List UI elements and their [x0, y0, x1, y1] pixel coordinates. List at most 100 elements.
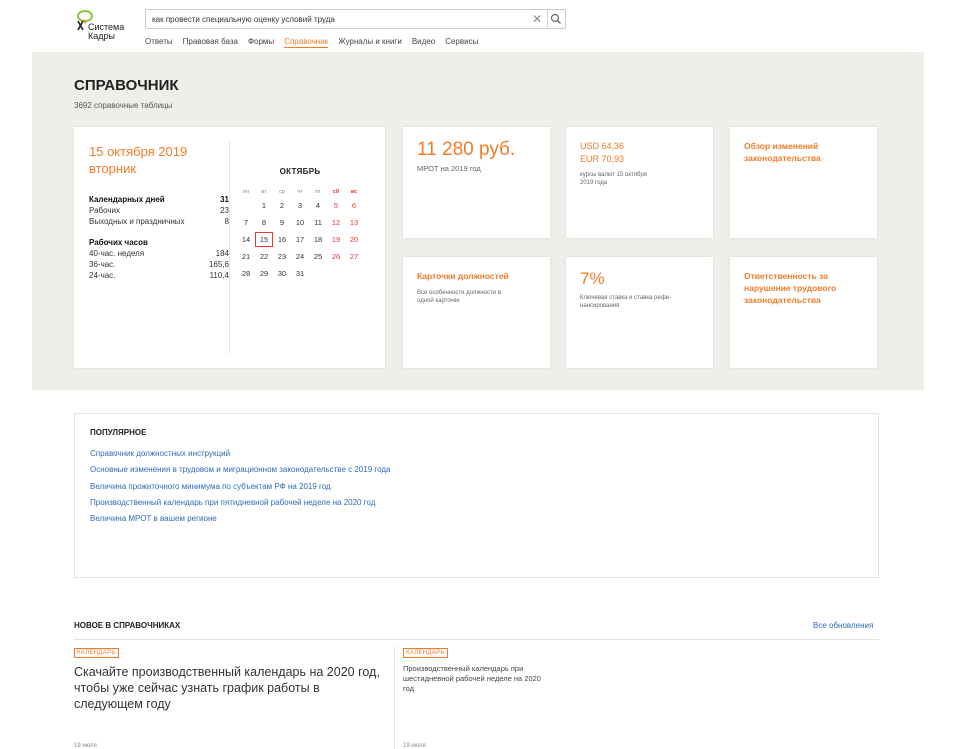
calendar-day[interactable]: 7	[237, 214, 255, 231]
popular-link[interactable]: Справочник должностных инструкций	[90, 446, 391, 462]
mrot-card[interactable]: 11 280 руб. МРОТ на 2019 год	[403, 127, 550, 238]
working-days-value: 23	[220, 206, 229, 215]
article-title[interactable]: Производственный календарь при шестиднев…	[403, 664, 553, 694]
clear-icon[interactable]: ✕	[531, 13, 543, 25]
search-icon[interactable]	[550, 13, 562, 25]
calendar-day[interactable]: 10	[291, 214, 309, 231]
calendar-day[interactable]: 8	[255, 214, 273, 231]
job-cards-note-line: Все особенности должности в	[417, 290, 502, 296]
main-nav: Ответы Правовая база Формы Справочник Жу…	[145, 36, 488, 48]
working-days-label: Рабочих	[89, 206, 121, 215]
calendar-day[interactable]: 3	[291, 197, 309, 214]
nav-legal-base[interactable]: Правовая база	[183, 36, 238, 48]
calendar-day[interactable]: 6	[345, 197, 363, 214]
news-divider	[74, 639, 879, 640]
production-calendar-card[interactable]: 15 октября 2019 вторник Календарных дней…	[74, 127, 385, 368]
article-title[interactable]: Скачайте производственный календарь на 2…	[74, 664, 384, 712]
calendar-day[interactable]: 28	[237, 265, 255, 282]
popular-link[interactable]: Величина МРОТ в вашем регионе	[90, 511, 391, 527]
calendar-day[interactable]: 17	[291, 231, 309, 248]
calendar-day[interactable]: 1	[255, 197, 273, 214]
calendar-day[interactable]: 25	[309, 248, 327, 265]
calendar-day[interactable]: 29	[255, 265, 273, 282]
news-title: НОВОЕ В СПРАВОЧНИКАХ	[74, 621, 181, 630]
calendar-day[interactable]: 4	[309, 197, 327, 214]
job-cards-title: Карточки должностей	[417, 271, 509, 281]
article-tag[interactable]: КАЛЕНДАРЬ	[74, 648, 119, 658]
calendar-day[interactable]: 2	[273, 197, 291, 214]
nav-journals[interactable]: Журналы и книги	[338, 36, 402, 48]
calendar-day	[237, 197, 255, 214]
logo[interactable]: Система Кадры	[74, 10, 134, 44]
nav-answers[interactable]: Ответы	[145, 36, 173, 48]
calendar-day[interactable]: 20	[345, 231, 363, 248]
hours-36-label: 36-час.	[89, 260, 116, 269]
job-cards-note: Все особенности должности в одной карточ…	[417, 289, 501, 305]
holidays-value: 8	[224, 217, 229, 226]
weekday-header: пн вт ср чт пт сб вс	[237, 187, 363, 197]
calendar-day[interactable]: 9	[273, 214, 291, 231]
key-rate-card[interactable]: 7% Ключевая ставка и ставка рефи- нансир…	[566, 257, 713, 368]
mrot-value: 11 280 руб.	[417, 139, 516, 160]
eur-rate: EUR 70,93	[580, 154, 625, 164]
news-column-divider	[394, 646, 395, 749]
key-rate-value: 7%	[580, 269, 605, 288]
nav-handbook[interactable]: Справочник	[284, 36, 329, 48]
hours-24-label: 24-час.	[89, 271, 116, 280]
calendar-day[interactable]: 26	[327, 248, 345, 265]
calendar-day[interactable]: 13	[345, 214, 363, 231]
calendar-days-value: 31	[220, 195, 229, 204]
calendar-day[interactable]: 5	[327, 197, 345, 214]
popular-section: ПОПУЛЯРНОЕ Справочник должностных инстру…	[74, 413, 879, 578]
hours-24-value: 110,4	[209, 271, 229, 280]
currency-rates: USD 64,36 EUR 70,93	[580, 140, 624, 166]
calendar-day[interactable]: 22	[255, 248, 273, 265]
calendar-day[interactable]: 11	[309, 214, 327, 231]
calendar-day[interactable]: 18	[309, 231, 327, 248]
search-input[interactable]	[152, 12, 522, 26]
calendar-day[interactable]: 16	[273, 231, 291, 248]
popular-link[interactable]: Величина прожиточного минимума по субъек…	[90, 479, 391, 495]
article-date: 19 июля	[74, 743, 97, 749]
calendar-day	[345, 265, 363, 282]
calendar-day[interactable]: 30	[273, 265, 291, 282]
weekday-label: чт	[297, 189, 303, 195]
nav-services[interactable]: Сервисы	[445, 36, 478, 48]
popular-link[interactable]: Производственный календарь при пятидневн…	[90, 495, 391, 511]
key-rate-note: Ключевая ставка и ставка рефи- нансирова…	[580, 294, 671, 310]
week-row: 123456	[237, 197, 363, 214]
holidays-label: Выходных и праздничных	[89, 217, 185, 226]
weeks: 1 2 3 4 5 6 7 8 9 10 11 12 13 14 15 16 17 18 19 20 21 22 23 24 2…	[237, 197, 363, 282]
calendar-day[interactable]: 24	[291, 248, 309, 265]
law-changes-card[interactable]: Обзор изменений законодательства	[730, 127, 877, 238]
calendar-day[interactable]: 21	[237, 248, 255, 265]
currency-card[interactable]: USD 64,36 EUR 70,93 курсы валют 15 октяб…	[566, 127, 713, 238]
calendar-day[interactable]: 19	[327, 231, 345, 248]
hours-36-value: 165,6	[208, 260, 229, 269]
calendar-day[interactable]: 27	[345, 248, 363, 265]
calendar-day	[309, 265, 327, 282]
calendar-day[interactable]: 31	[291, 265, 309, 282]
calendar-day[interactable]: 23	[273, 248, 291, 265]
job-cards-card[interactable]: Карточки должностей Все особенности долж…	[403, 257, 550, 368]
page-title: СПРАВОЧНИК	[74, 77, 179, 94]
current-date: 15 октября 2019	[89, 144, 188, 159]
nav-video[interactable]: Видео	[412, 36, 435, 48]
liability-card[interactable]: Ответственность за нарушение трудового з…	[730, 257, 877, 368]
mrot-label: МРОТ на 2019 год	[417, 164, 481, 173]
calendar-day[interactable]: 14	[237, 231, 255, 248]
key-rate-note-line: нансирования	[580, 303, 620, 309]
weekday-label: вт	[261, 189, 267, 195]
week-row: 28 29 30 31	[237, 265, 363, 282]
all-updates-link[interactable]: Все обновления	[813, 621, 873, 630]
nav-forms[interactable]: Формы	[248, 36, 274, 48]
rates-note-line: 2019 года	[580, 180, 608, 186]
working-hours-label: Рабочих часов	[89, 238, 148, 247]
article-tag[interactable]: КАЛЕНДАРЬ	[403, 648, 448, 658]
calendar-day-today[interactable]: 15	[255, 232, 273, 247]
job-cards-note-line: одной карточке	[417, 298, 460, 304]
law-changes-title: Обзор изменений законодательства	[744, 141, 821, 163]
liability-title: Ответственность за нарушение трудового з…	[744, 271, 837, 305]
popular-link[interactable]: Основные изменения в трудовом и миграцио…	[90, 462, 391, 478]
calendar-day[interactable]: 12	[327, 214, 345, 231]
